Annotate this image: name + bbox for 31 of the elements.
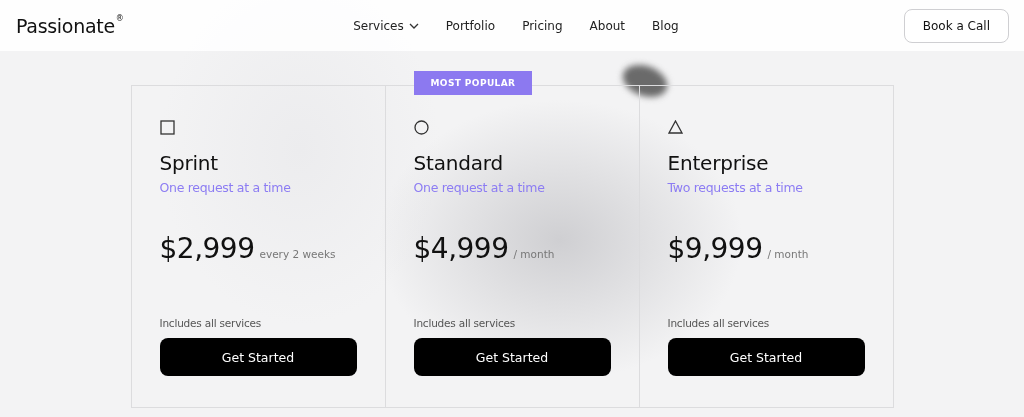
square-icon xyxy=(159,120,175,135)
plan-name: Standard xyxy=(413,151,504,175)
plan-subtitle: One request at a time xyxy=(413,180,546,195)
logo-text[interactable]: Passionate xyxy=(16,14,115,37)
get-started-button[interactable]: Get Started xyxy=(667,338,865,376)
plan-price: $4,999 xyxy=(413,232,509,265)
plan-name: Enterprise xyxy=(667,151,770,175)
plan-subtitle: Two requests at a time xyxy=(667,180,804,195)
plan-price: $2,999 xyxy=(159,232,255,265)
chevron-down-icon xyxy=(408,22,419,29)
billing-period: every 2 weeks xyxy=(259,248,336,260)
book-call-button[interactable]: Book a Call xyxy=(903,8,1009,43)
nav-link[interactable]: About xyxy=(589,18,626,33)
nav-link[interactable]: Blog xyxy=(652,18,679,33)
plan-price: $9,999 xyxy=(667,232,763,265)
plan-note: Includes all services xyxy=(667,317,771,329)
nav-link[interactable]: Services xyxy=(353,18,419,33)
billing-period: / month xyxy=(513,248,555,260)
nav-link[interactable]: Portfolio xyxy=(445,18,496,33)
get-started-button[interactable]: Get Started xyxy=(413,338,611,376)
get-started-button[interactable]: Get Started xyxy=(159,338,357,376)
plan-name: Sprint xyxy=(159,151,219,175)
circle-icon xyxy=(413,120,429,135)
registered-mark: ® xyxy=(115,14,124,23)
most-popular-badge: MOST POPULAR xyxy=(413,71,533,95)
plan-note: Includes all services xyxy=(413,317,517,329)
triangle-icon xyxy=(667,120,683,134)
nav-link[interactable]: Pricing xyxy=(522,18,563,33)
billing-period: / month xyxy=(767,248,809,260)
plan-subtitle: One request at a time xyxy=(159,180,292,195)
plan-note: Includes all services xyxy=(159,317,263,329)
